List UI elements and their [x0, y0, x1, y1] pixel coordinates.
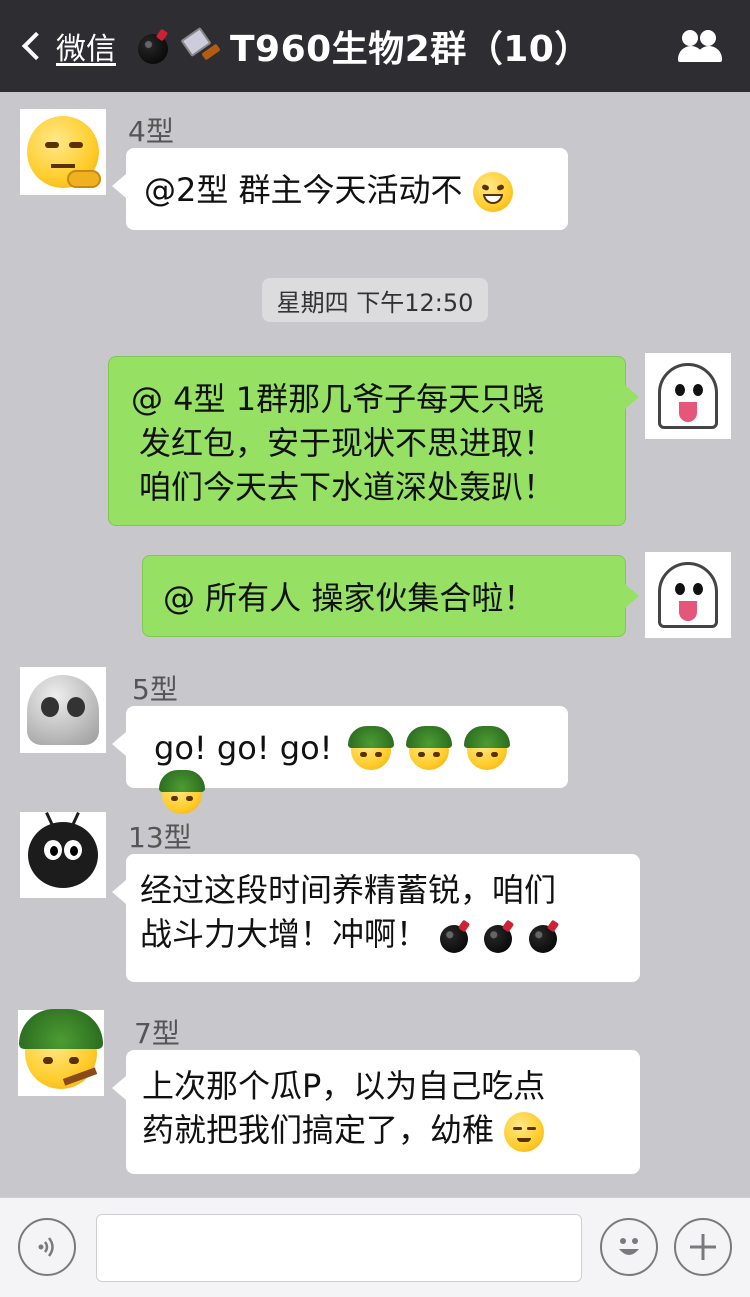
sender-name: 4型	[128, 115, 174, 148]
emoji-button[interactable]	[600, 1218, 658, 1276]
message-line-wrap: 战斗力大增！冲啊！	[140, 912, 626, 956]
message-line: 咱们今天去下水道深处轰趴！	[139, 468, 556, 506]
message-bubble[interactable]: @ 4型 1群那几爷子每天只晓 发红包，安于现状不思进取！ 咱们今天去下水道深处…	[108, 356, 639, 526]
message-line: 药就把我们搞定了，幼稚	[142, 1111, 495, 1149]
avatar[interactable]	[645, 353, 731, 439]
helmet-cigar-face-icon	[347, 726, 394, 770]
knife-icon	[180, 26, 222, 64]
voice-icon	[38, 1237, 54, 1257]
plus-icon	[690, 1234, 716, 1260]
helmet-cigar-face-icon	[405, 726, 452, 770]
sender-name: 13型	[128, 821, 192, 854]
avatar[interactable]	[18, 1009, 104, 1096]
message-line-wrap: 药就把我们搞定了，幼稚	[142, 1108, 624, 1152]
helmet-cigar-face-icon	[159, 770, 205, 814]
bug-icon	[28, 812, 98, 888]
avatar[interactable]	[20, 667, 106, 753]
message-list: 4型 @2型 群主今天活动不 星期四 下午12:50 @ 4型 1群那几爷子每天…	[0, 92, 750, 1197]
message-bubble[interactable]: 上次那个瓜P，以为自己吃点 药就把我们搞定了，幼稚	[112, 1050, 640, 1174]
bomb-icon	[136, 28, 172, 64]
bomb-icon	[482, 919, 516, 953]
sender-name: 5型	[132, 673, 178, 706]
avatar[interactable]	[20, 109, 106, 195]
timestamp: 星期四 下午12:50	[262, 278, 488, 322]
voice-button[interactable]	[18, 1218, 76, 1276]
message-bubble[interactable]: @ 所有人 操家伙集合啦！	[142, 555, 639, 637]
grin-squint-face-icon	[472, 172, 513, 212]
input-bar	[0, 1197, 750, 1297]
sender-name: 7型	[134, 1017, 180, 1050]
ghost-icon	[658, 363, 718, 429]
bomb-icon	[438, 919, 472, 953]
helmet-cigar-face-icon	[464, 726, 511, 770]
page-title: T960生物2群（10）	[230, 29, 591, 70]
smug-face-icon	[504, 1112, 545, 1152]
message-line: 发红包，安于现状不思进取！	[139, 424, 556, 462]
chevron-left-icon	[21, 31, 51, 61]
message-input[interactable]	[96, 1214, 582, 1282]
chat-title: T960生物2群（10）	[136, 20, 591, 72]
message-line: 经过这段时间养精蓄锐，咱们	[140, 871, 557, 909]
message-bubble[interactable]: 经过这段时间养精蓄锐，咱们 战斗力大增！冲啊！	[112, 854, 640, 982]
skull-icon	[27, 675, 99, 745]
message-bubble[interactable]: @2型 群主今天活动不	[112, 148, 568, 230]
avatar[interactable]	[20, 812, 106, 898]
message-bubble[interactable]: go! go! go!	[112, 706, 568, 814]
more-button[interactable]	[674, 1218, 732, 1276]
message-line: @ 4型 1群那几爷子每天只晓	[131, 380, 545, 418]
nav-bar: 微信 T960生物2群（10）	[0, 0, 750, 92]
helmet-cigar-face-icon	[19, 1009, 103, 1089]
message-text: @2型 群主今天活动不	[144, 171, 463, 209]
thinking-face-icon	[27, 116, 101, 188]
message-line: 上次那个瓜P，以为自己吃点	[142, 1067, 546, 1105]
avatar[interactable]	[645, 552, 731, 638]
back-label: 微信	[56, 32, 116, 67]
bomb-icon	[527, 919, 561, 953]
message-text: @ 所有人 操家伙集合啦！	[163, 579, 536, 617]
message-text: go! go! go!	[154, 729, 333, 767]
back-button[interactable]: 微信	[18, 24, 116, 68]
smiley-icon	[619, 1238, 639, 1255]
message-line: 战斗力大增！冲啊！	[140, 915, 429, 953]
group-members-icon[interactable]	[678, 30, 724, 64]
ghost-icon	[658, 562, 718, 628]
